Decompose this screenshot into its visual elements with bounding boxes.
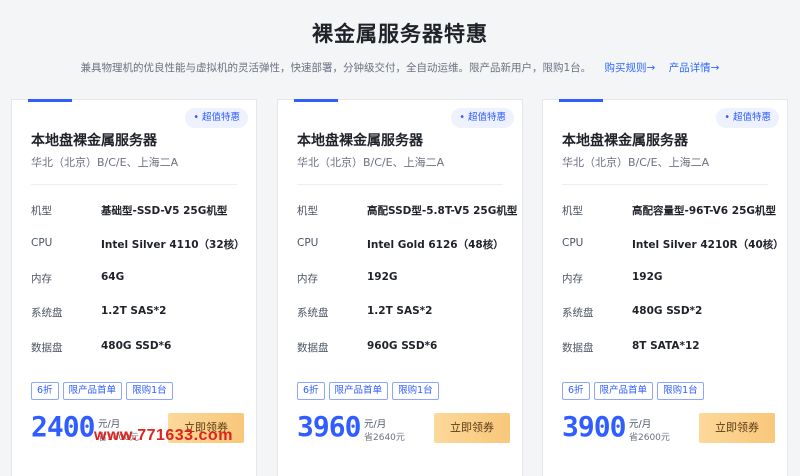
limit-tag: 限购1台 <box>657 382 704 400</box>
spec-key: 内存 <box>562 273 583 285</box>
spec-value: 高配容量型-96T-V6 25G机型 <box>632 205 777 217</box>
spec-row: 数据盘 480G SSD*6 <box>31 340 248 356</box>
card-divider <box>31 184 237 185</box>
page-subtitle: 兼具物理机的优良性能与虚拟机的灵活弹性，快速部署，分钟级交付，全自动运维。限产品… <box>0 60 800 75</box>
spec-row: 系统盘 1.2T SAS*2 <box>297 305 514 321</box>
tag-list: 6折 限产品首单 限购1台 <box>297 378 443 400</box>
product-details-link[interactable]: 产品详情→ <box>669 62 720 74</box>
promo-badge: • 超值特惠 <box>716 108 779 128</box>
spec-key: 内存 <box>31 273 52 285</box>
product-name: 本地盘裸金属服务器 <box>297 133 423 149</box>
price: 3900 <box>562 410 626 443</box>
product-region: 华北（北京）B/C/E、上海二A <box>297 156 445 169</box>
card-accent-bar <box>294 99 338 102</box>
price: 3960 <box>297 410 361 443</box>
subtitle-text: 兼具物理机的优良性能与虚拟机的灵活弹性，快速部署，分钟级交付，全自动运维。限产品… <box>80 62 592 74</box>
spec-key: 系统盘 <box>562 307 594 319</box>
spec-row: CPU Intel Silver 4210R（40核） <box>562 237 784 253</box>
spec-key: 机型 <box>31 205 52 217</box>
card-divider <box>562 184 768 185</box>
spec-row: 系统盘 480G SSD*2 <box>562 305 779 321</box>
spec-value: Intel Silver 4110（32核） <box>101 239 245 251</box>
spec-row: 机型 高配SSD型-5.8T-V5 25G机型 <box>297 203 518 219</box>
product-region: 华北（北京）B/C/E、上海二A <box>562 156 710 169</box>
watermark: www.771633.com <box>94 427 233 444</box>
spec-key: 数据盘 <box>31 342 63 354</box>
product-card: • 超值特惠 本地盘裸金属服务器 华北（北京）B/C/E、上海二A 机型 高配SS… <box>277 99 523 476</box>
spec-key: CPU <box>31 237 53 249</box>
product-name: 本地盘裸金属服务器 <box>562 133 688 149</box>
product-region: 华北（北京）B/C/E、上海二A <box>31 156 179 169</box>
spec-value: Intel Silver 4210R（40核） <box>632 239 784 251</box>
purchase-rules-link[interactable]: 购买规则→ <box>605 62 656 74</box>
savings-text: 省2640元 <box>364 433 405 443</box>
first-order-tag: 限产品首单 <box>593 382 654 400</box>
spec-row: CPU Intel Gold 6126（48核） <box>297 237 514 253</box>
savings-text: 省2600元 <box>629 433 670 443</box>
price: 2400 <box>31 410 95 443</box>
card-accent-bar <box>559 99 603 102</box>
spec-row: 机型 高配容量型-96T-V6 25G机型 <box>562 203 779 219</box>
spec-row: 机型 基础型-SSD-V5 25G机型 <box>31 203 248 219</box>
first-order-tag: 限产品首单 <box>62 382 123 400</box>
price-unit: 元/月 <box>364 419 387 430</box>
promo-badge: • 超值特惠 <box>185 108 248 128</box>
discount-tag: 6折 <box>31 382 59 400</box>
spec-row: 内存 64G <box>31 271 248 287</box>
card-divider <box>297 184 503 185</box>
spec-value: 高配SSD型-5.8T-V5 25G机型 <box>367 205 518 217</box>
product-card: • 超值特惠 本地盘裸金属服务器 华北（北京）B/C/E、上海二A 机型 基础型-… <box>11 99 257 476</box>
page-title: 裸金属服务器特惠 <box>312 22 488 46</box>
discount-tag: 6折 <box>297 382 325 400</box>
promo-badge: • 超值特惠 <box>451 108 514 128</box>
tag-list: 6折 限产品首单 限购1台 <box>31 378 177 400</box>
product-name: 本地盘裸金属服务器 <box>31 133 157 149</box>
spec-row: 内存 192G <box>562 271 779 287</box>
spec-key: CPU <box>297 237 319 249</box>
spec-key: 数据盘 <box>297 342 329 354</box>
tag-list: 6折 限产品首单 限购1台 <box>562 378 708 400</box>
limit-tag: 限购1台 <box>392 382 439 400</box>
spec-value: 1.2T SAS*2 <box>367 305 433 317</box>
price-unit: 元/月 <box>629 419 652 430</box>
spec-key: 机型 <box>562 205 583 217</box>
card-accent-bar <box>28 99 72 102</box>
spec-value: 基础型-SSD-V5 25G机型 <box>101 205 228 217</box>
spec-value: 1.2T SAS*2 <box>101 305 167 317</box>
product-card: • 超值特惠 本地盘裸金属服务器 华北（北京）B/C/E、上海二A 机型 高配容量… <box>542 99 788 476</box>
spec-key: 机型 <box>297 205 318 217</box>
spec-row: 数据盘 960G SSD*6 <box>297 340 514 356</box>
spec-key: 系统盘 <box>31 307 63 319</box>
spec-value: 480G SSD*2 <box>632 305 703 317</box>
spec-value: 192G <box>367 271 398 283</box>
first-order-tag: 限产品首单 <box>328 382 389 400</box>
spec-key: 内存 <box>297 273 318 285</box>
spec-value: 64G <box>101 271 125 283</box>
spec-row: CPU Intel Silver 4110（32核） <box>31 237 248 253</box>
spec-value: 480G SSD*6 <box>101 340 172 352</box>
spec-key: 数据盘 <box>562 342 594 354</box>
discount-tag: 6折 <box>562 382 590 400</box>
spec-key: CPU <box>562 237 584 249</box>
claim-coupon-button[interactable]: 立即领券 <box>699 413 775 443</box>
spec-row: 内存 192G <box>297 271 514 287</box>
spec-row: 数据盘 8T SATA*12 <box>562 340 779 356</box>
spec-key: 系统盘 <box>297 307 329 319</box>
spec-value: 192G <box>632 271 663 283</box>
spec-value: 960G SSD*6 <box>367 340 438 352</box>
spec-row: 系统盘 1.2T SAS*2 <box>31 305 248 321</box>
spec-value: 8T SATA*12 <box>632 340 700 352</box>
limit-tag: 限购1台 <box>126 382 173 400</box>
spec-value: Intel Gold 6126（48核） <box>367 239 504 251</box>
claim-coupon-button[interactable]: 立即领券 <box>434 413 510 443</box>
